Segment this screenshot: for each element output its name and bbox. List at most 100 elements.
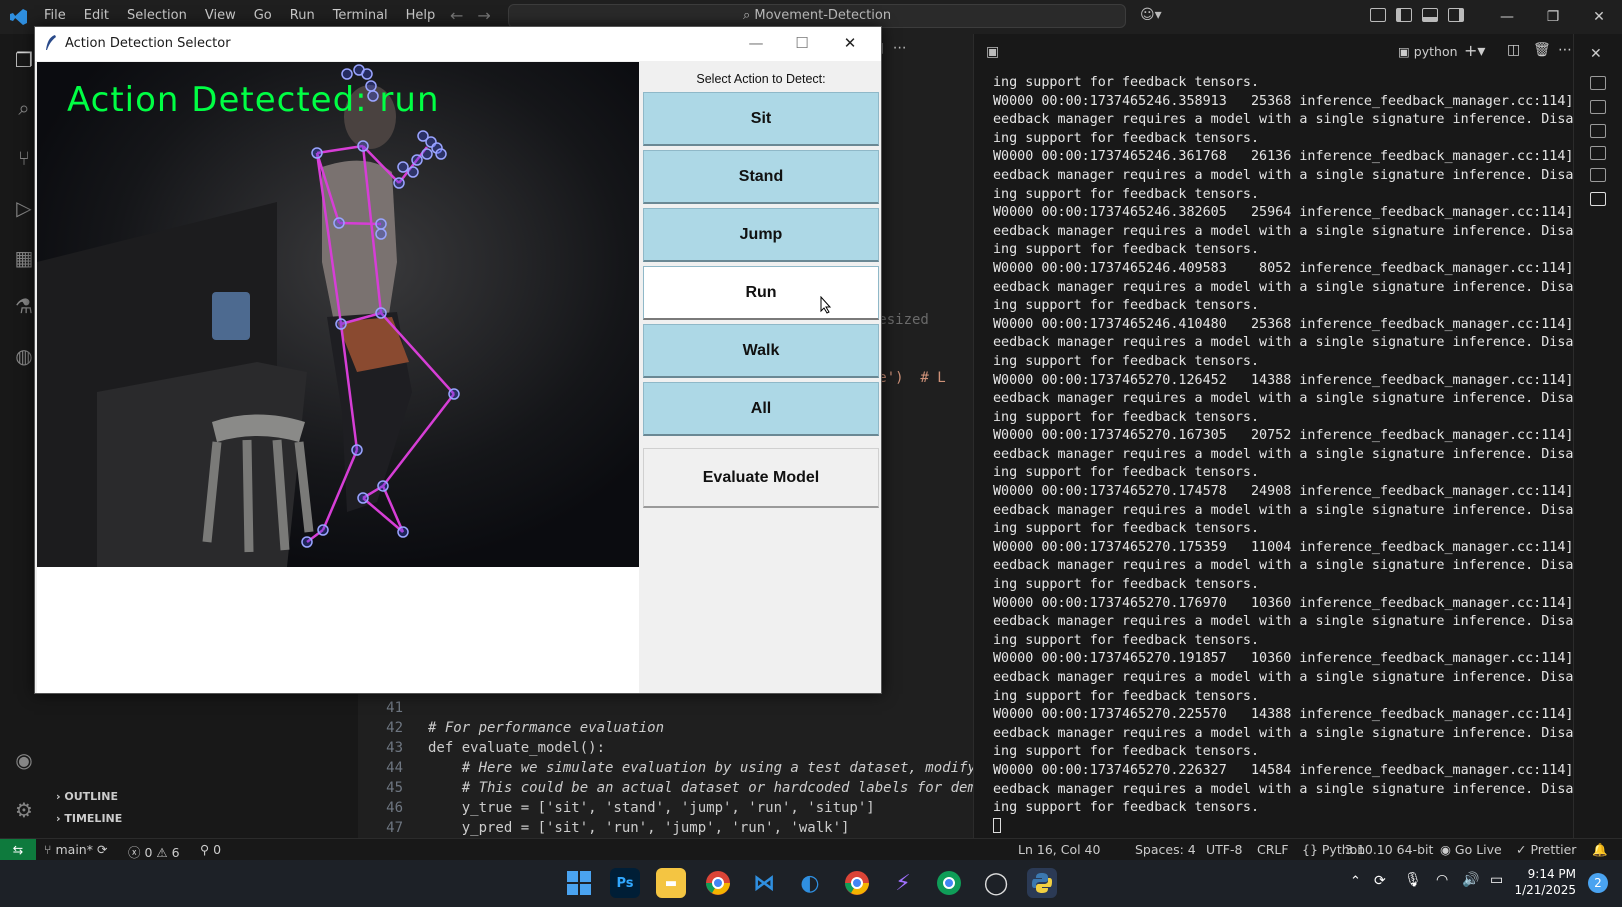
- terminal-line: W0000 00:00:1737465246.358913 25368 infe…: [993, 93, 1590, 109]
- accounts-icon[interactable]: ◉: [12, 748, 36, 772]
- walk-button[interactable]: Walk: [643, 324, 879, 378]
- line-endings[interactable]: CRLF: [1257, 842, 1289, 857]
- jump-button[interactable]: Jump: [643, 208, 879, 262]
- source-control-icon[interactable]: ⑂: [12, 146, 36, 170]
- tray-overflow-icon[interactable]: ⌃: [1350, 874, 1361, 889]
- photoshop-icon[interactable]: Ps: [610, 868, 640, 898]
- terminal-line: W0000 00:00:1737465270.174578 24908 infe…: [993, 484, 1590, 500]
- python-app-icon[interactable]: [1027, 868, 1057, 898]
- run-debug-icon[interactable]: ▷: [12, 196, 36, 220]
- terminal-line: ing support for feedback tensors.: [993, 688, 1260, 704]
- new-terminal-icon[interactable]: +▾: [1464, 41, 1485, 60]
- outline-label: OUTLINE: [64, 790, 118, 803]
- terminal-instance-icon[interactable]: [1590, 192, 1606, 206]
- copilot-icon[interactable]: ☺▾: [1140, 7, 1162, 23]
- close-panel-icon[interactable]: ✕: [1590, 46, 1602, 62]
- search-icon: ⌕: [742, 8, 755, 23]
- sit-button[interactable]: Sit: [643, 92, 879, 146]
- windows-start-icon[interactable]: [564, 868, 594, 898]
- chrome-alt-icon[interactable]: [934, 868, 964, 898]
- terminal-output: ing support for feedback tensors. W0000 0…: [993, 74, 1590, 818]
- edge-icon[interactable]: ◐: [795, 868, 825, 898]
- timeline-section[interactable]: › TIMELINE: [56, 812, 122, 825]
- clock[interactable]: 9:14 PM 1/21/2025: [1514, 866, 1576, 898]
- split-terminal-icon[interactable]: ◫: [1507, 42, 1520, 58]
- more-actions-icon[interactable]: ⋯: [1558, 42, 1572, 58]
- file-explorer-icon[interactable]: ▬: [656, 868, 686, 898]
- back-arrow-icon[interactable]: ←: [450, 6, 477, 25]
- terminal-instance-icon[interactable]: [1590, 124, 1606, 138]
- terminal-tab[interactable]: ▣ python: [1398, 44, 1458, 59]
- terminal-instance-icon[interactable]: [1590, 146, 1606, 160]
- encoding[interactable]: UTF-8: [1206, 842, 1242, 857]
- chrome-profile-icon[interactable]: [842, 868, 872, 898]
- extensions-icon[interactable]: ▦: [12, 246, 36, 270]
- toggle-panel-icon[interactable]: [1422, 8, 1438, 22]
- bell-icon[interactable]: 🔔: [1592, 842, 1608, 858]
- terminal-panel[interactable]: ▣ ▣ python +▾ ◫ 🗑 ⋯ ing support for feed…: [973, 34, 1590, 838]
- terminal-instance-icon[interactable]: [1590, 168, 1606, 182]
- microphone-icon[interactable]: 🎙: [1404, 872, 1422, 888]
- stand-button[interactable]: Stand: [643, 150, 879, 204]
- ports-indicator[interactable]: ⚲ 0: [200, 842, 221, 857]
- search-icon[interactable]: ⌕: [12, 96, 36, 120]
- messenger-icon[interactable]: ⚡: [888, 868, 918, 898]
- terminal-toolbar: ▣ ▣ python +▾ ◫ 🗑 ⋯: [974, 34, 1574, 72]
- volume-icon[interactable]: 🔊: [1462, 872, 1479, 888]
- menu-view[interactable]: View: [205, 8, 236, 23]
- minimize-icon[interactable]: —: [733, 27, 779, 59]
- remote-icon[interactable]: ⇆: [0, 839, 36, 861]
- wifi-icon[interactable]: ◠: [1436, 872, 1448, 888]
- terminal-instance-icon[interactable]: [1590, 76, 1606, 90]
- notification-badge[interactable]: 2: [1588, 873, 1608, 893]
- close-icon[interactable]: ✕: [827, 27, 873, 59]
- indentation[interactable]: Spaces: 4: [1135, 842, 1196, 857]
- terminal-line: eedback manager requires a model with a …: [993, 614, 1590, 630]
- maximize-icon[interactable]: ☐: [779, 27, 825, 59]
- all-button[interactable]: All: [643, 382, 879, 436]
- problems-indicator[interactable]: ⓧ 0 ⚠ 6: [128, 842, 180, 861]
- terminal-instance-icon[interactable]: [1590, 100, 1606, 114]
- sync-icon[interactable]: ⟳: [1374, 873, 1386, 889]
- run-button[interactable]: Run: [643, 266, 879, 320]
- terminal-line: ing support for feedback tensors.: [993, 130, 1260, 146]
- minimize-icon[interactable]: —: [1484, 0, 1530, 34]
- prettier[interactable]: ✓ Prettier: [1516, 842, 1576, 857]
- restore-icon[interactable]: ❐: [1530, 0, 1576, 34]
- menu-run[interactable]: Run: [290, 8, 315, 23]
- toggle-secondary-sidebar-icon[interactable]: [1448, 8, 1464, 22]
- more-actions-icon[interactable]: ⋯: [893, 40, 907, 56]
- tk-titlebar[interactable]: Action Detection Selector — ☐ ✕: [35, 27, 881, 61]
- toggle-sidebar-icon[interactable]: [1396, 8, 1412, 22]
- chrome-icon[interactable]: [703, 868, 733, 898]
- evaluate-model-button[interactable]: Evaluate Model: [643, 448, 879, 508]
- go-live-label: Go Live: [1454, 842, 1502, 857]
- command-center[interactable]: ⌕ Movement-Detection: [508, 4, 1126, 28]
- battery-icon[interactable]: ▭: [1490, 872, 1503, 888]
- terminal-icon[interactable]: ▣: [986, 44, 999, 60]
- terminal-line: W0000 00:00:1737465270.175359 11004 infe…: [993, 539, 1590, 555]
- interpreter[interactable]: 3.10.10 64-bit: [1345, 842, 1433, 857]
- menu-terminal[interactable]: Terminal: [333, 8, 388, 23]
- go-live[interactable]: ◉ Go Live: [1440, 842, 1502, 857]
- python-icon[interactable]: ◍: [12, 344, 36, 368]
- menu-help[interactable]: Help: [406, 8, 436, 23]
- terminal-line: eedback manager requires a model with a …: [993, 167, 1590, 183]
- vscode-taskbar-icon[interactable]: ⋈: [749, 868, 779, 898]
- trash-icon[interactable]: 🗑: [1533, 42, 1551, 58]
- forward-arrow-icon[interactable]: →: [477, 6, 504, 25]
- menu-go[interactable]: Go: [254, 8, 272, 23]
- menu-selection[interactable]: Selection: [127, 8, 187, 23]
- branch-indicator[interactable]: ⑂ main* ⟳: [44, 842, 107, 857]
- testing-icon[interactable]: ⚗: [12, 294, 36, 318]
- outline-section[interactable]: › OUTLINE: [56, 790, 118, 803]
- cursor-position[interactable]: Ln 16, Col 40: [1018, 842, 1100, 857]
- settings-gear-icon[interactable]: ⚙: [12, 798, 36, 822]
- menu-file[interactable]: File: [44, 8, 66, 23]
- menu-edit[interactable]: Edit: [84, 8, 109, 23]
- explorer-icon[interactable]: ❐: [12, 48, 36, 72]
- close-icon[interactable]: ✕: [1576, 0, 1622, 34]
- github-icon[interactable]: ◯: [981, 868, 1011, 898]
- customize-layout-icon[interactable]: [1370, 8, 1386, 22]
- terminal-line: eedback manager requires a model with a …: [993, 223, 1590, 239]
